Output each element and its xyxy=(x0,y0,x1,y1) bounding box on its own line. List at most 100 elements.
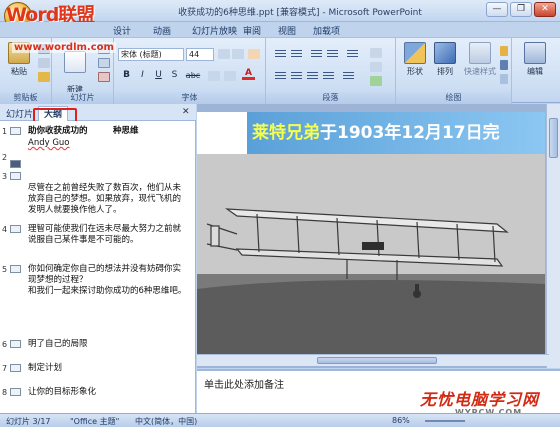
close-button[interactable]: ✕ xyxy=(534,2,556,17)
delete-slide-icon[interactable] xyxy=(98,72,110,82)
columns-button[interactable] xyxy=(342,70,355,81)
align-right-button[interactable] xyxy=(306,70,319,81)
slide-icon xyxy=(10,340,21,348)
notes-placeholder[interactable]: 单击此处添加备注 xyxy=(204,376,284,391)
language[interactable]: 中文(简体，中国) xyxy=(135,416,197,427)
slide-canvas[interactable]: 莱特兄弟于1903年12月17日完 xyxy=(197,112,545,364)
slide-number: 2 xyxy=(2,153,8,162)
tab-view[interactable]: 视图 xyxy=(278,24,296,37)
font-size-select[interactable]: 44 xyxy=(186,48,214,61)
increase-indent-button[interactable] xyxy=(326,48,339,59)
vertical-scroll-thumb[interactable] xyxy=(549,118,558,158)
window-title: 收获成功的6种思维.ppt [兼容模式] - Microsoft PowerPo… xyxy=(178,8,422,18)
tab-addins[interactable]: 加载项 xyxy=(313,24,340,37)
slide-icon xyxy=(10,265,21,273)
align-text-icon[interactable] xyxy=(370,62,382,72)
slide-number: 5 xyxy=(2,265,8,274)
arrange-icon xyxy=(434,42,456,64)
justify-button[interactable] xyxy=(322,70,335,81)
window-controls: — ❐ ✕ xyxy=(486,2,556,17)
tab-slides-panel[interactable]: 幻灯片 xyxy=(6,107,33,120)
grow-font-icon[interactable] xyxy=(218,49,230,59)
slide-title-rest: 于1903年12月17日完 xyxy=(320,123,500,143)
tab-slideshow[interactable]: 幻灯片放映 xyxy=(192,24,237,37)
shadow-button[interactable]: S xyxy=(168,69,181,82)
editing-button[interactable]: 编辑 xyxy=(518,42,552,77)
quick-styles-icon xyxy=(469,42,491,64)
change-case-icon[interactable] xyxy=(224,71,236,81)
font-name-select[interactable]: 宋体 (标题) xyxy=(118,48,184,61)
font-group: 宋体 (标题) 44 B I U S abc A 字体 xyxy=(114,38,266,104)
new-slide-icon xyxy=(64,51,86,73)
tab-design[interactable]: 设计 xyxy=(113,24,131,37)
outline-pane[interactable]: 1 助你收获成功的 种思维 Andy Guo 2 3 尽管在之前曾经失败了数百次… xyxy=(0,121,196,414)
shrink-font-icon[interactable] xyxy=(232,49,244,59)
zoom-slider[interactable] xyxy=(425,420,465,422)
minimize-button[interactable]: — xyxy=(486,2,508,17)
paragraph-group-label: 段落 xyxy=(266,92,395,104)
slide-icon xyxy=(10,160,21,168)
airplane-photo[interactable] xyxy=(197,154,545,364)
status-bar: 幻灯片 3/17 "Office 主题" 中文(简体，中国) 86% xyxy=(0,413,560,427)
char-spacing-icon[interactable] xyxy=(208,71,220,81)
slide-number: 3 xyxy=(2,172,8,181)
panel-close-icon[interactable]: ✕ xyxy=(182,107,190,117)
underline-button[interactable]: U xyxy=(152,69,165,82)
tab-review[interactable]: 审阅 xyxy=(243,24,261,37)
editing-label: 编辑 xyxy=(527,67,543,76)
align-center-button[interactable] xyxy=(290,70,303,81)
slide-number: 7 xyxy=(2,364,8,373)
horizontal-scrollbar[interactable] xyxy=(197,354,549,366)
arrange-button[interactable]: 排列 xyxy=(428,42,462,77)
bold-button[interactable]: B xyxy=(120,69,133,82)
theme-name: "Office 主题" xyxy=(70,417,120,426)
shapes-button[interactable]: 形状 xyxy=(398,42,432,77)
shapes-icon xyxy=(404,42,426,64)
copy-icon[interactable] xyxy=(38,58,50,68)
clear-format-icon[interactable] xyxy=(248,49,260,59)
slide-icon xyxy=(10,364,21,372)
align-left-button[interactable] xyxy=(274,70,287,81)
slide-icon xyxy=(10,225,21,233)
strikethrough-button[interactable]: abc xyxy=(184,69,202,82)
paste-label: 粘贴 xyxy=(11,67,27,76)
slides-group-label: 幻灯片 xyxy=(52,92,113,104)
clipboard-group-label: 剪贴板 xyxy=(0,92,51,104)
vertical-scrollbar[interactable] xyxy=(546,104,560,368)
drawing-group: 形状 排列 快速样式 绘图 xyxy=(396,38,512,104)
format-painter-icon[interactable] xyxy=(38,72,50,82)
slide-icon xyxy=(10,388,21,396)
tab-animation[interactable]: 动画 xyxy=(153,24,171,37)
outline-text: 你如何确定你自己的想法并没有妨碍你实现梦想的过程？ 和我们一起来探讨助你成功的6… xyxy=(28,264,187,296)
font-group-label: 字体 xyxy=(114,92,265,104)
shape-fill-icon[interactable] xyxy=(500,46,508,56)
arrange-label: 排列 xyxy=(437,67,453,76)
editing-group: 编辑 xyxy=(512,38,560,104)
text-direction-icon[interactable] xyxy=(370,48,382,58)
wright-flyer-image xyxy=(197,154,545,364)
decrease-indent-button[interactable] xyxy=(310,48,323,59)
slide-area[interactable]: 莱特兄弟于1903年12月17日完 xyxy=(197,104,560,368)
slide-number: 6 xyxy=(2,340,8,349)
slide-position: 幻灯片 3/17 xyxy=(6,417,51,426)
watermark-url: www.wordlm.com xyxy=(12,42,116,53)
bullets-button[interactable] xyxy=(274,48,287,59)
paragraph-group: 段落 xyxy=(266,38,396,104)
italic-button[interactable]: I xyxy=(136,69,149,82)
quick-styles-button[interactable]: 快速样式 xyxy=(458,42,502,77)
line-spacing-button[interactable] xyxy=(346,48,359,59)
shape-effects-icon[interactable] xyxy=(500,74,508,84)
slide-number: 1 xyxy=(2,127,8,136)
zoom-level[interactable]: 86% xyxy=(392,416,410,425)
font-color-button[interactable]: A xyxy=(242,67,255,80)
horizontal-scroll-thumb[interactable] xyxy=(317,357,437,364)
maximize-button[interactable]: ❐ xyxy=(510,2,532,17)
numbering-button[interactable] xyxy=(290,48,303,59)
outline-text: Andy Guo xyxy=(28,138,70,148)
slide-number: 4 xyxy=(2,225,8,234)
slide-title-highlight: 莱特兄弟 xyxy=(252,123,320,143)
shape-outline-icon[interactable] xyxy=(500,60,508,70)
reset-icon[interactable] xyxy=(98,58,110,68)
slide-title[interactable]: 莱特兄弟于1903年12月17日完 xyxy=(247,112,545,154)
smartart-icon[interactable] xyxy=(370,76,382,86)
